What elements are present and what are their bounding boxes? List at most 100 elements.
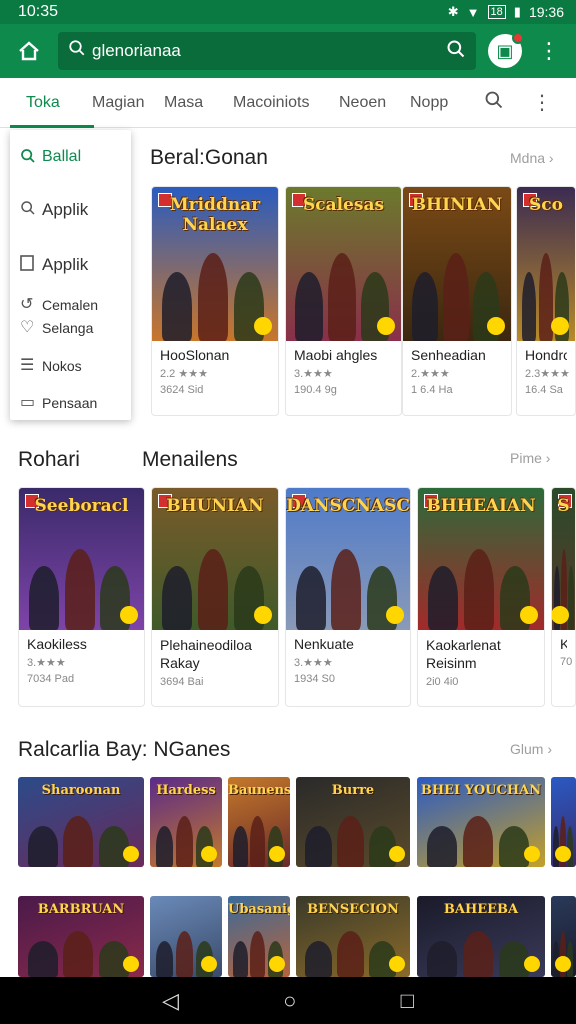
- menu-item-applik[interactable]: Applik: [10, 200, 98, 221]
- battery-label: 18: [487, 5, 506, 19]
- app-card-image[interactable]: Sco: [517, 187, 575, 341]
- section2-title-right: Menailens: [142, 448, 238, 471]
- menu-label: Pensaan: [42, 395, 98, 411]
- rating-badge-icon: [201, 956, 217, 972]
- rating-badge-icon: [123, 956, 139, 972]
- card-icon: ▭: [20, 394, 36, 411]
- character-figure: [28, 941, 58, 977]
- app-name: Nenkuate: [294, 636, 354, 652]
- status-time: 10:35: [18, 3, 59, 20]
- app-card-image[interactable]: BHUNIAN: [152, 488, 278, 630]
- menu-label: Applik: [42, 255, 89, 274]
- game-tile-title: BENSECION: [307, 902, 399, 917]
- game-tile[interactable]: Sharoonan: [18, 777, 144, 867]
- rating-badge-icon: [524, 846, 540, 862]
- search-submit-icon[interactable]: [446, 39, 466, 64]
- menu-item-applik-2[interactable]: Applik: [10, 255, 98, 276]
- app-card[interactable]: Sco Hondroo 2.3★★★ 16.4 Sa: [516, 186, 576, 416]
- recents-icon[interactable]: □: [401, 988, 414, 1014]
- app-card-image[interactable]: Seeboracl: [19, 488, 144, 630]
- character-figure: [295, 272, 323, 341]
- app-card[interactable]: BHUNIAN Plehaineodiloa Rakay 3694 Bai: [151, 487, 279, 707]
- app-card[interactable]: BHINIAN Senheadian 2.★★★ 1 6.4 Ha: [402, 186, 512, 416]
- app-card-art-title: Scalesas: [302, 195, 385, 215]
- tab-neoen[interactable]: Neoen: [339, 78, 386, 128]
- character-figure: [250, 816, 265, 867]
- tab-overflow-icon[interactable]: ⋮: [532, 90, 552, 115]
- app-card[interactable]: S Ka 70: [551, 487, 576, 707]
- back-icon[interactable]: ◁: [162, 988, 179, 1014]
- character-figure: [250, 931, 265, 977]
- app-size: 1 6.4 Ha: [411, 384, 453, 396]
- section3-more-link[interactable]: Glum ›: [510, 741, 552, 757]
- rating-badge-icon: [201, 846, 217, 862]
- game-tile[interactable]: Baunens: [228, 777, 290, 867]
- app-card-image[interactable]: BHINIAN: [403, 187, 511, 341]
- section1-more-link[interactable]: Mdna ›: [510, 150, 554, 166]
- app-card[interactable]: DANSCNASC Nenkuate 3.★★★ 1934 S0: [285, 487, 411, 707]
- app-card-image[interactable]: Scalesas: [286, 187, 401, 341]
- tab-toka[interactable]: Toka: [10, 78, 94, 128]
- menu-item-cemalen[interactable]: ↺ Cemalen: [10, 294, 108, 317]
- game-tile[interactable]: [551, 896, 576, 977]
- section2-more-link[interactable]: Pime ›: [510, 450, 550, 466]
- app-name: Ka: [560, 636, 567, 652]
- search-input[interactable]: glenorianaa: [58, 32, 476, 70]
- app-size: 3624 Sid: [160, 384, 204, 396]
- game-tile[interactable]: Hardess: [150, 777, 222, 867]
- game-tile[interactable]: Burre: [296, 777, 410, 867]
- character-figure: [427, 826, 457, 867]
- character-figure: [567, 826, 573, 867]
- app-card-image[interactable]: S: [552, 488, 575, 630]
- rating-badge-icon: [552, 606, 569, 624]
- app-card[interactable]: Mriddnar Nalaex HooSlonan 2.2 ★★★ 3624 Sid: [151, 186, 279, 416]
- home-circle-icon[interactable]: ○: [283, 988, 296, 1014]
- app-card-info: Maobi ahgles 3.★★★ 190.4 9g: [286, 341, 401, 402]
- search-icon: [20, 200, 42, 221]
- app-card[interactable]: Scalesas Maobi ahgles 3.★★★ 190.4 9g: [285, 186, 402, 416]
- rating-badge-icon: [254, 317, 272, 335]
- game-tile[interactable]: [150, 896, 222, 977]
- app-card-image[interactable]: BHHEAIAN: [418, 488, 544, 630]
- character-figure: [427, 941, 457, 977]
- search-icon: [20, 148, 42, 169]
- status-right-time: 19:36: [528, 4, 564, 20]
- character-figure: [63, 816, 93, 867]
- app-card-image[interactable]: Mriddnar Nalaex: [152, 187, 278, 341]
- tab-masa[interactable]: Masa: [164, 78, 203, 128]
- character-figure: [198, 253, 228, 341]
- character-figure: [29, 566, 59, 630]
- menu-item-pensaan[interactable]: ▭ Pensaan: [10, 392, 107, 415]
- notification-bag-icon[interactable]: ▣: [488, 32, 524, 68]
- app-card-art-title: BHUNIAN: [166, 496, 264, 516]
- character-figure: [296, 566, 326, 630]
- menu-item-ballal[interactable]: Ballal: [10, 148, 91, 169]
- game-tile[interactable]: [551, 777, 576, 867]
- app-card-image[interactable]: DANSCNASC: [286, 488, 410, 630]
- app-card[interactable]: Seeboracl Kaokiless 3.★★★ 7034 Pad: [18, 487, 145, 707]
- app-size: 2i0 4i0: [426, 676, 459, 688]
- game-tile[interactable]: BHEI YOUCHAN: [417, 777, 545, 867]
- section3-title: Ralcarlia Bay: NGanes: [18, 738, 231, 761]
- tab-macoiniots[interactable]: Macoiniots: [233, 78, 309, 128]
- menu-label: Applik: [42, 200, 89, 219]
- game-tile[interactable]: Ubasanig: [228, 896, 290, 977]
- game-tile[interactable]: BAHEEBA: [417, 896, 545, 977]
- tab-nopp[interactable]: Nopp: [410, 78, 448, 128]
- app-rating: 3.★★★: [294, 657, 333, 669]
- tab-bar: Toka Magian Masa Macoiniots Neoen Nopp ⋮: [0, 78, 576, 128]
- character-figure: [28, 826, 58, 867]
- game-tile[interactable]: BARBRUAN: [18, 896, 144, 977]
- tab-search-icon[interactable]: [484, 90, 504, 116]
- game-tile-title: Sharoonan: [41, 783, 121, 798]
- game-tile[interactable]: BENSECION: [296, 896, 410, 977]
- battery-icon: ▮: [513, 4, 521, 19]
- rating-badge-icon: [254, 606, 272, 624]
- app-card[interactable]: BHHEAIAN Kaokarlenat Reisinm 2i0 4i0: [417, 487, 545, 707]
- home-icon[interactable]: [14, 36, 44, 66]
- rating-badge-icon: [269, 846, 285, 862]
- menu-item-nokos[interactable]: ☰ Nokos: [10, 355, 92, 378]
- menu-item-selanga[interactable]: ♡ Selanga: [10, 317, 103, 340]
- overflow-menu-icon[interactable]: ⋮: [538, 38, 560, 64]
- tab-magian[interactable]: Magian: [92, 78, 232, 128]
